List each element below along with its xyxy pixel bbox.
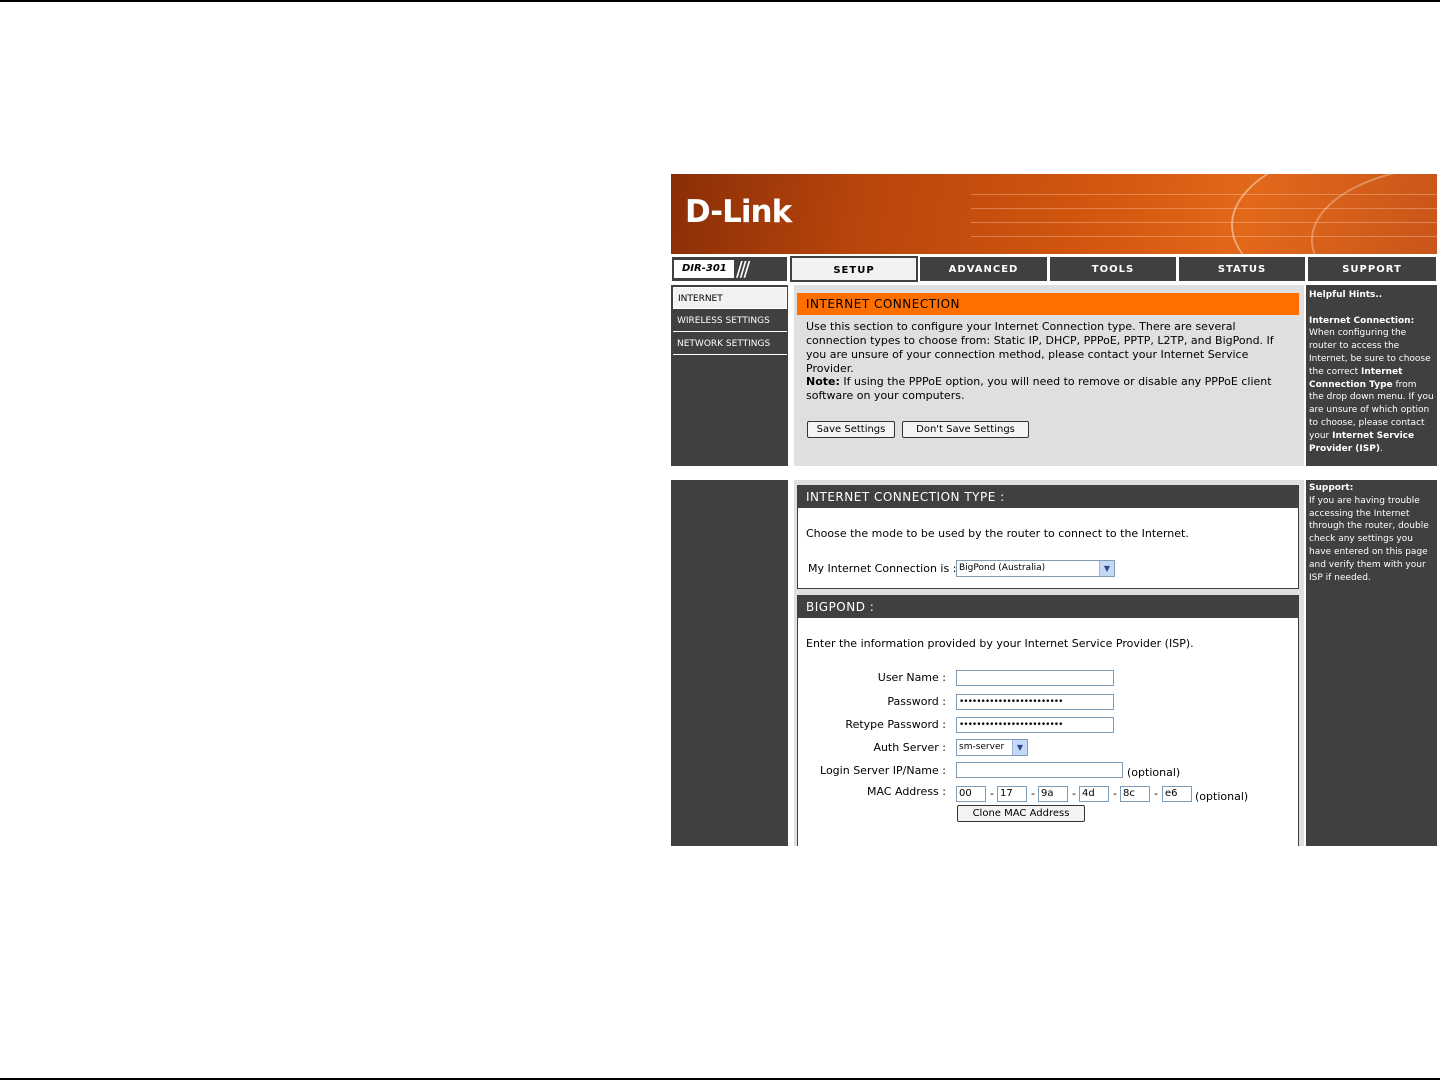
mac-address-label: MAC Address : [866,785,946,798]
bigpond-description: Enter the information provided by your I… [806,637,1194,650]
sidebar-item-network-settings[interactable]: NETWORK SETTINGS [673,333,787,355]
bottom-rule [0,1078,1440,1080]
login-server-optional: (optional) [1127,766,1181,779]
auth-server-value: sm-server [959,742,1005,752]
note-body: If using the PPPoE option, you will need… [806,375,1272,402]
retype-password-input[interactable]: •••••••••••••••••••••••• [956,717,1114,733]
mac-octet-3[interactable]: 9a [1038,786,1068,802]
mac-separator: - [1031,787,1035,800]
support-hints-panel: Support: If you are having trouble acces… [1306,480,1437,846]
intro-text: Use this section to configure your Inter… [806,320,1274,375]
mac-separator: - [1154,787,1158,800]
mac-separator: - [1072,787,1076,800]
brand-banner: D-Link [671,174,1437,254]
model-slash-decoration: /// [736,257,750,281]
tab-support[interactable]: SUPPORT [1307,256,1437,282]
tab-tools[interactable]: TOOLS [1049,256,1177,282]
connection-type-title: INTERNET CONNECTION TYPE : [798,486,1298,508]
mac-optional: (optional) [1195,790,1249,803]
support-text: If you are having trouble accessing the … [1309,495,1429,583]
save-settings-button[interactable]: Save Settings [807,421,895,438]
mac-separator: - [1113,787,1117,800]
bigpond-title: BIGPOND : [798,596,1298,618]
auth-server-select[interactable]: sm-server ▼ [956,739,1028,756]
support-title: Support: [1309,483,1354,493]
dont-save-settings-button[interactable]: Don't Save Settings [902,421,1029,438]
mac-octet-1[interactable]: 00 [956,786,986,802]
hints-ic-end: . [1379,443,1383,454]
hints-ic-title: Internet Connection: [1309,315,1415,326]
mac-separator: - [990,787,994,800]
chevron-down-icon[interactable]: ▼ [1099,561,1114,576]
dlink-logo: D-Link [685,194,792,230]
tab-status[interactable]: STATUS [1178,256,1306,282]
sidebar-item-wireless-settings[interactable]: WIRELESS SETTINGS [673,310,787,332]
internet-connection-panel: INTERNET CONNECTION Use this section to … [794,285,1304,466]
mac-octet-2[interactable]: 17 [997,786,1027,802]
login-server-input[interactable] [956,762,1123,778]
connection-type-value: BigPond (Australia) [959,563,1046,573]
user-name-input[interactable] [956,670,1114,686]
sidebar-item-internet[interactable]: INTERNET [673,287,787,309]
connection-type-description: Choose the mode to be used by the router… [806,527,1189,540]
chevron-down-icon[interactable]: ▼ [1012,740,1027,755]
note-label: Note: [806,375,840,388]
left-sidebar: INTERNET WIRELESS SETTINGS NETWORK SETTI… [671,285,788,466]
hints-text: Helpful Hints.. Internet Connection: Whe… [1309,289,1434,455]
retype-password-label: Retype Password : [845,718,946,731]
connection-type-box: INTERNET CONNECTION TYPE : Choose the mo… [797,485,1299,589]
mac-octet-4[interactable]: 4d [1079,786,1109,802]
tab-advanced[interactable]: ADVANCED [919,256,1048,282]
connection-type-label: My Internet Connection is : [808,562,957,575]
top-rule [0,0,1440,2]
tab-setup[interactable]: SETUP [789,255,919,283]
model-badge: DIR-301 /// [671,256,788,282]
bigpond-box: BIGPOND : Enter the information provided… [797,595,1299,846]
helpful-hints-panel: Helpful Hints.. Internet Connection: Whe… [1306,285,1437,466]
hints-title: Helpful Hints.. [1309,290,1383,300]
section-title: INTERNET CONNECTION [797,293,1299,315]
mac-octet-6[interactable]: e6 [1162,786,1192,802]
clone-mac-address-button[interactable]: Clone MAC Address [957,805,1085,822]
password-label: Password : [887,695,946,708]
model-name: DIR-301 [674,260,734,278]
auth-server-label: Auth Server : [873,741,946,754]
left-sidebar-lower [671,480,788,846]
mac-octet-5[interactable]: 8c [1120,786,1150,802]
support-text-block: Support: If you are having trouble acces… [1309,482,1434,584]
settings-panel: INTERNET CONNECTION TYPE : Choose the mo… [794,480,1304,846]
login-server-label: Login Server IP/Name : [820,764,946,777]
connection-type-select[interactable]: BigPond (Australia) ▼ [956,560,1115,577]
password-input[interactable]: •••••••••••••••••••••••• [956,694,1114,710]
note-text: Note: If using the PPPoE option, you wil… [806,375,1294,403]
user-name-label: User Name : [877,671,946,684]
